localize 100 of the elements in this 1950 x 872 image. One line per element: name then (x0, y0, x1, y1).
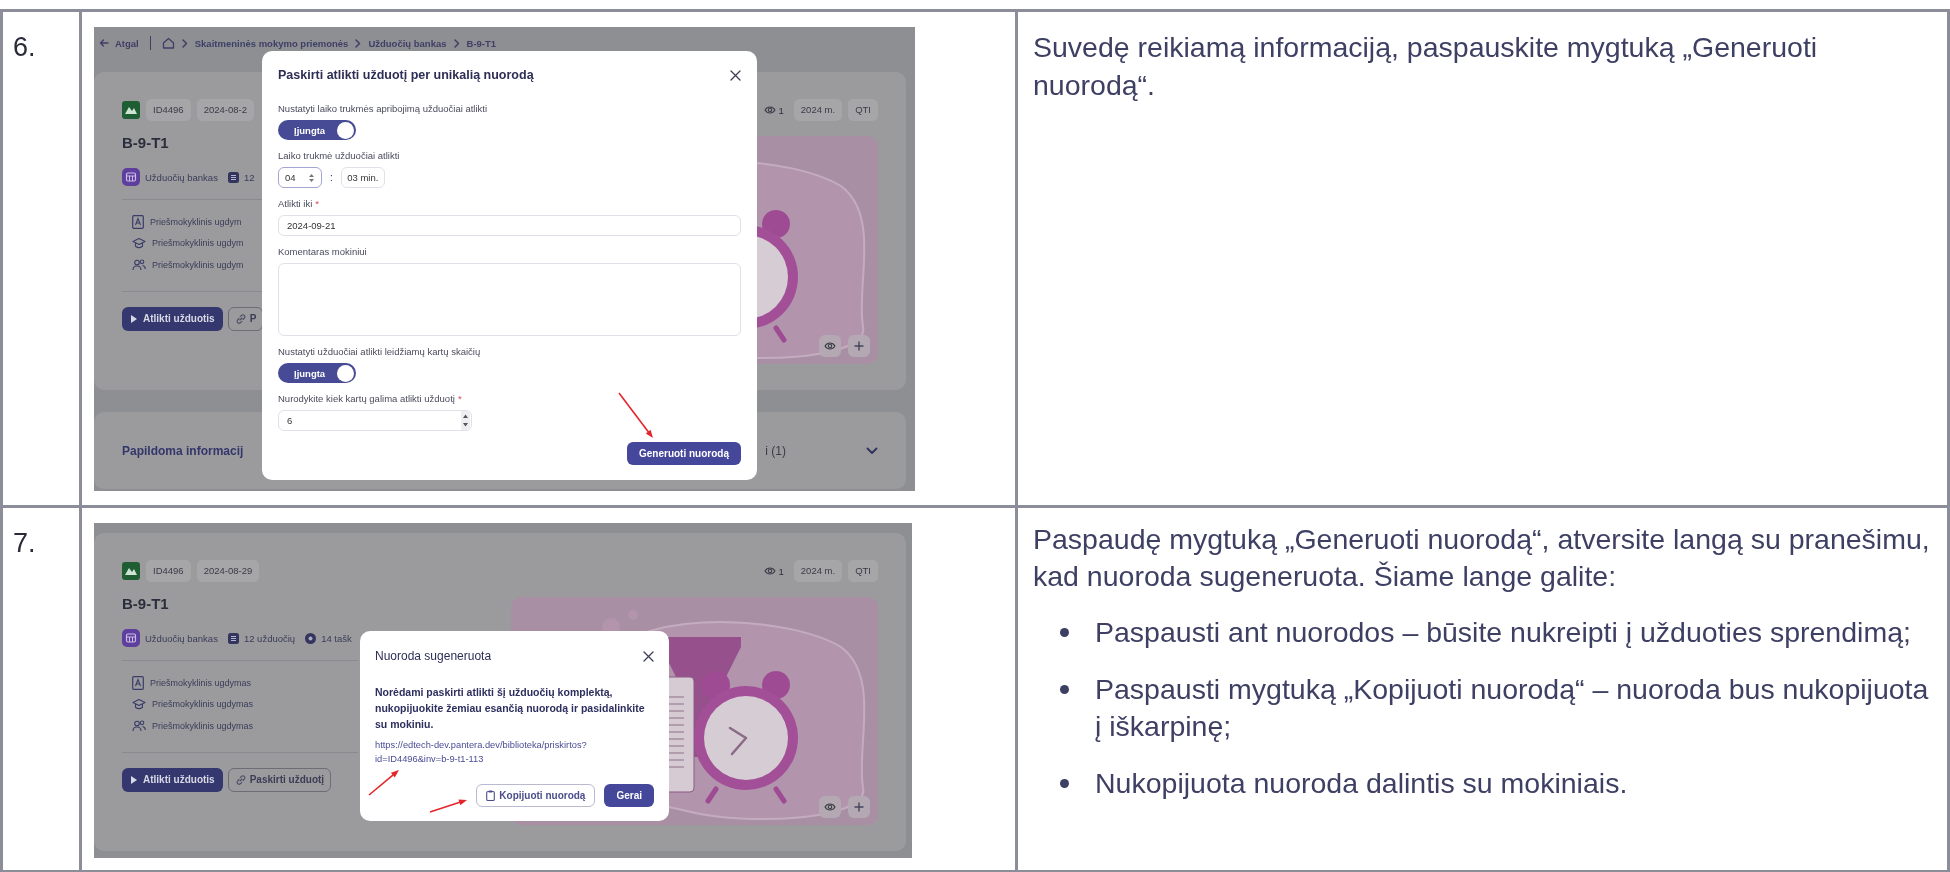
chevron-right-icon (181, 38, 188, 48)
meta-label: 14 tašk (321, 632, 352, 644)
view-count: 1 (778, 565, 784, 577)
dialog-title: Nuoroda sugeneruota (375, 649, 492, 663)
field-label: Komentaras mokiniui (278, 246, 367, 258)
info-tag: ID4496 (146, 99, 191, 121)
detail-label: Priešmokyklinis ugdym (150, 216, 242, 227)
required-mark: * (315, 198, 319, 210)
info-tag: 2024 m. (793, 99, 843, 121)
number-field[interactable]: 6 (278, 410, 472, 431)
info-tag: 2024 m. (793, 560, 843, 582)
info-tag: QTI (848, 99, 878, 121)
field-label: Nurodykite kiek kartų galima atlikti užduotį (278, 393, 455, 405)
field-label: Atlikti iki (278, 198, 313, 210)
close-icon (643, 650, 654, 662)
spinner-icon (308, 172, 315, 183)
logo-icon (122, 562, 140, 580)
people-icon (132, 258, 146, 271)
plus-icon (854, 802, 864, 812)
arrow-left-icon (99, 38, 109, 48)
message-text: Norėdami paskirti atlikti šį užduočių komplektą, nukopijuokite žemiau esančią nuorodą ir pasidalinkite su mokiniu. (375, 685, 646, 732)
toggle-switch[interactable]: Įjungta (278, 363, 356, 383)
view-count: 1 (778, 104, 784, 116)
section-title: Papildoma informacij (122, 443, 245, 458)
add-button[interactable] (848, 335, 870, 357)
play-icon (130, 313, 138, 324)
meta-label: Užduočių bankas (145, 632, 218, 644)
outline-button[interactable]: Kopijuoti nuorodą (476, 784, 596, 807)
book-icon (132, 214, 144, 229)
instruction-text: Suvedę reikiamą informaciją, paspauskite mygtuką „Generuoti nuorodą“. (1033, 30, 1819, 103)
eye-icon (763, 566, 776, 576)
field-label: Nustatyti užduočiai atlikti leidžiamų kartų skaičių (278, 346, 481, 358)
action-button[interactable]: Atlikti užduotis (122, 767, 223, 792)
graduation-cap-icon (132, 237, 146, 250)
clipboard-icon (486, 790, 496, 801)
chevron-right-icon (453, 38, 460, 48)
detail-label: Priešmokyklinis ugdym (152, 238, 244, 249)
required-mark: * (457, 393, 462, 405)
preview-button[interactable] (819, 796, 841, 818)
graduation-cap-icon (132, 698, 146, 711)
bullet-text: Nukopijuota nuoroda dalintis su mokiniais. (1095, 766, 1628, 801)
home-icon[interactable] (161, 37, 175, 49)
step-number: 7. (13, 528, 36, 558)
info-tag: ID4496 (146, 560, 191, 582)
field-label: Nustatyti laiko trukmės apribojimą užduočiai atlikti (278, 103, 488, 115)
detail-label: Priešmokyklinis ugdym (152, 259, 244, 270)
info-tag: 2024-08-2 (196, 99, 254, 121)
list-icon (227, 171, 239, 183)
bullet-text: Paspausti mygtuką „Kopijuoti nuorodą“ – nuoroda bus nukopijuota į iškarpinę; (1095, 672, 1930, 744)
task-title: B-9-T1 (122, 595, 169, 612)
step-number: 6. (13, 32, 36, 62)
eye-icon (824, 802, 836, 812)
detail-label: Priešmokyklinis ugdymas (152, 699, 254, 710)
action-button[interactable]: Atlikti užduotis (122, 306, 223, 331)
action-button[interactable]: Generuoti nuorodą (627, 442, 741, 465)
calendar-icon (122, 629, 140, 647)
close-button[interactable] (643, 650, 654, 662)
eye-icon (824, 341, 836, 351)
instruction-text: Paspaudę mygtuką „Generuoti nuorodą“, atversite langą su pranešimu, kad nuoroda sugeneruota. Šiame lange galite: (1033, 522, 1931, 594)
spin-buttons-icon (461, 411, 470, 430)
time-separator: : (330, 172, 333, 183)
outline-button[interactable]: Paskirti užduotį (227, 767, 332, 792)
add-button[interactable] (848, 796, 870, 818)
dialog-title: Paskirti atlikti užduotį per unikalią nuorodą (278, 68, 534, 82)
close-icon (730, 69, 741, 81)
link-icon (234, 312, 247, 325)
meta-label: Užduočių bankas (145, 171, 218, 183)
bullet-icon (1060, 628, 1069, 637)
hours-field[interactable]: 04 (278, 167, 322, 188)
book-icon (132, 675, 144, 690)
chevron-right-icon (355, 38, 362, 48)
minutes-field[interactable]: 03 min. (340, 167, 385, 188)
play-icon (130, 774, 138, 785)
preview-button[interactable] (819, 335, 841, 357)
generated-link[interactable]: https://edtech-dev.pantera.dev/biblioteka/priskirtos?id=ID4496&inv=b-9-t1-113 (375, 738, 654, 766)
detail-label: Priešmokyklinis ugdymas (152, 720, 254, 731)
info-tag: QTI (848, 560, 878, 582)
close-button[interactable] (730, 69, 741, 81)
task-title: B-9-T1 (122, 134, 169, 151)
eye-icon (763, 105, 776, 115)
bullet-text: Paspausti ant nuorodos – būsite nukreipti į užduoties sprendimą; (1095, 615, 1911, 650)
logo-icon (122, 101, 140, 119)
people-icon (132, 719, 146, 732)
points-icon (305, 632, 317, 644)
section-count: i (1) (765, 443, 786, 458)
meta-label: 12 (243, 171, 255, 183)
breadcrumb-current: B-9-T1 (466, 37, 497, 49)
plus-icon (854, 341, 864, 351)
bullet-icon (1060, 779, 1069, 788)
detail-label: Priešmokyklinis ugdymas (150, 677, 252, 688)
action-button[interactable]: Gerai (604, 784, 654, 807)
textarea-field[interactable] (278, 263, 741, 336)
meta-label: 12 užduočių (243, 632, 296, 644)
field-label: Laiko trukmė užduočiai atlikti (278, 150, 400, 162)
list-icon (227, 632, 239, 644)
chevron-down-icon (866, 446, 878, 455)
calendar-icon (122, 168, 140, 186)
toggle-switch[interactable]: Įjungta (278, 120, 356, 140)
text-field[interactable]: 2024-09-21 (278, 215, 741, 236)
bullet-icon (1060, 685, 1069, 694)
